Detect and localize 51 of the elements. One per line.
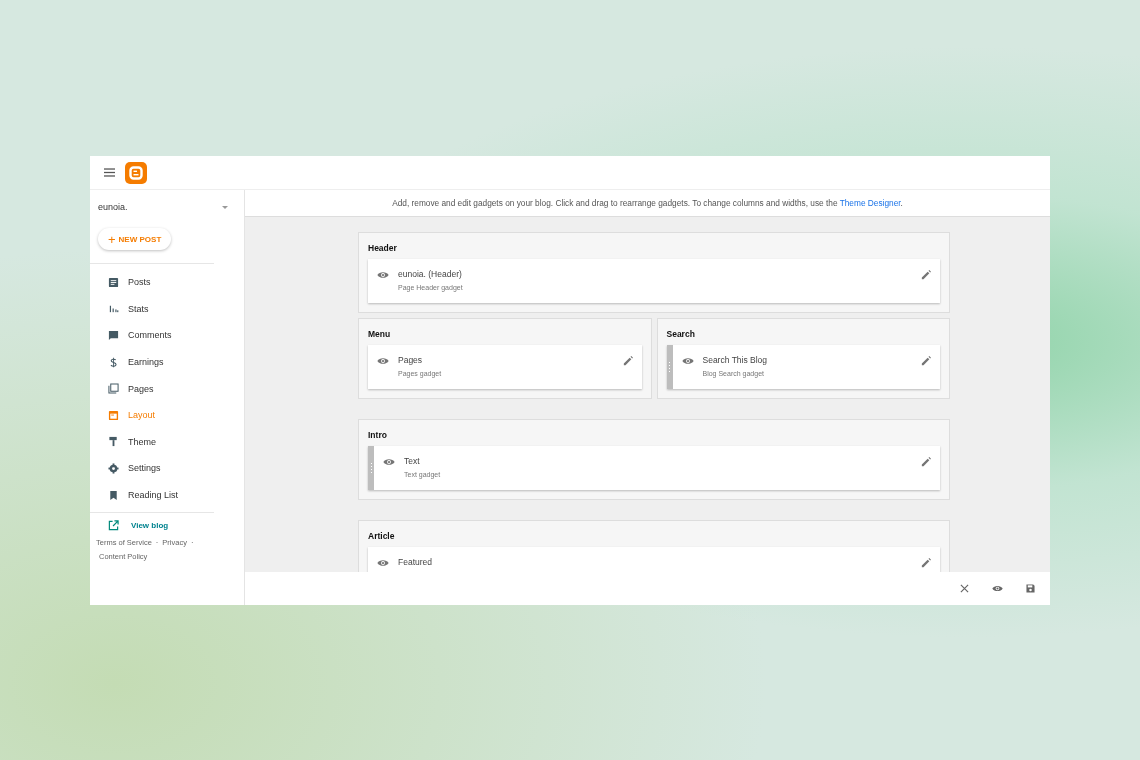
gadget-title: Featured <box>398 557 434 567</box>
info-text: Add, remove and edit gadgets on your blog. Click and drag to rearrange gadgets. To change columns and widths, use the Theme Designer. <box>245 190 1050 217</box>
nav-item[interactable]: Theme <box>90 428 244 456</box>
eye-icon[interactable] <box>992 584 1003 593</box>
section-title: Intro <box>368 430 388 442</box>
nav-item[interactable]: Comments <box>90 322 244 349</box>
comment-icon <box>108 330 119 341</box>
theme-designer-link[interactable]: Theme Designer <box>839 198 901 208</box>
pencil-icon[interactable] <box>921 356 931 366</box>
pencil-icon[interactable] <box>622 356 633 366</box>
settings-icon <box>108 462 119 474</box>
pencil-icon[interactable] <box>921 558 931 568</box>
caret-icon <box>222 205 228 209</box>
section-title: Article <box>368 531 396 543</box>
gadget-title: Text <box>404 456 421 466</box>
dollar-icon <box>108 356 119 368</box>
section-title: Search <box>666 329 696 341</box>
eye-icon[interactable] <box>377 271 389 279</box>
nav-item[interactable]: Earnings <box>90 348 244 376</box>
external-link-icon <box>108 519 119 531</box>
gadget-card[interactable]: Featured <box>368 547 940 572</box>
blog-selector[interactable]: eunoia. <box>90 190 244 212</box>
close-icon[interactable] <box>959 584 970 593</box>
bookmark-icon <box>108 489 119 501</box>
gadget-title: eunoia. (Header) <box>398 269 463 279</box>
view-blog-link[interactable]: View blog <box>90 517 244 534</box>
logo-icon[interactable] <box>125 161 147 184</box>
pencil-icon[interactable] <box>921 457 931 467</box>
drag-handle[interactable] <box>368 446 374 490</box>
pencil-icon[interactable] <box>921 270 931 280</box>
eye-icon[interactable] <box>681 357 694 365</box>
drag-handle[interactable] <box>666 345 673 389</box>
bar-chart-icon <box>108 303 119 315</box>
pages-icon <box>108 383 119 395</box>
eye-icon[interactable] <box>377 357 389 365</box>
nav-item[interactable]: Stats <box>90 295 244 323</box>
section-title: Header <box>368 243 398 255</box>
layout-icon <box>108 409 119 421</box>
nav-item[interactable]: Settings <box>90 455 244 482</box>
paint-roller-icon <box>108 436 119 448</box>
eye-icon[interactable] <box>377 559 389 567</box>
eye-icon[interactable] <box>383 458 395 466</box>
nav-item[interactable]: Posts <box>90 269 244 296</box>
gadget-title: Search This Blog <box>702 355 769 365</box>
save-icon[interactable] <box>1025 584 1036 593</box>
gadget-title: Pages <box>398 355 424 365</box>
nav-item[interactable]: Pages <box>90 375 244 402</box>
document-icon <box>108 276 119 288</box>
nav-item[interactable]: Reading List <box>90 481 244 509</box>
section-title: Menu <box>368 329 392 341</box>
menu-icon[interactable] <box>104 168 115 177</box>
